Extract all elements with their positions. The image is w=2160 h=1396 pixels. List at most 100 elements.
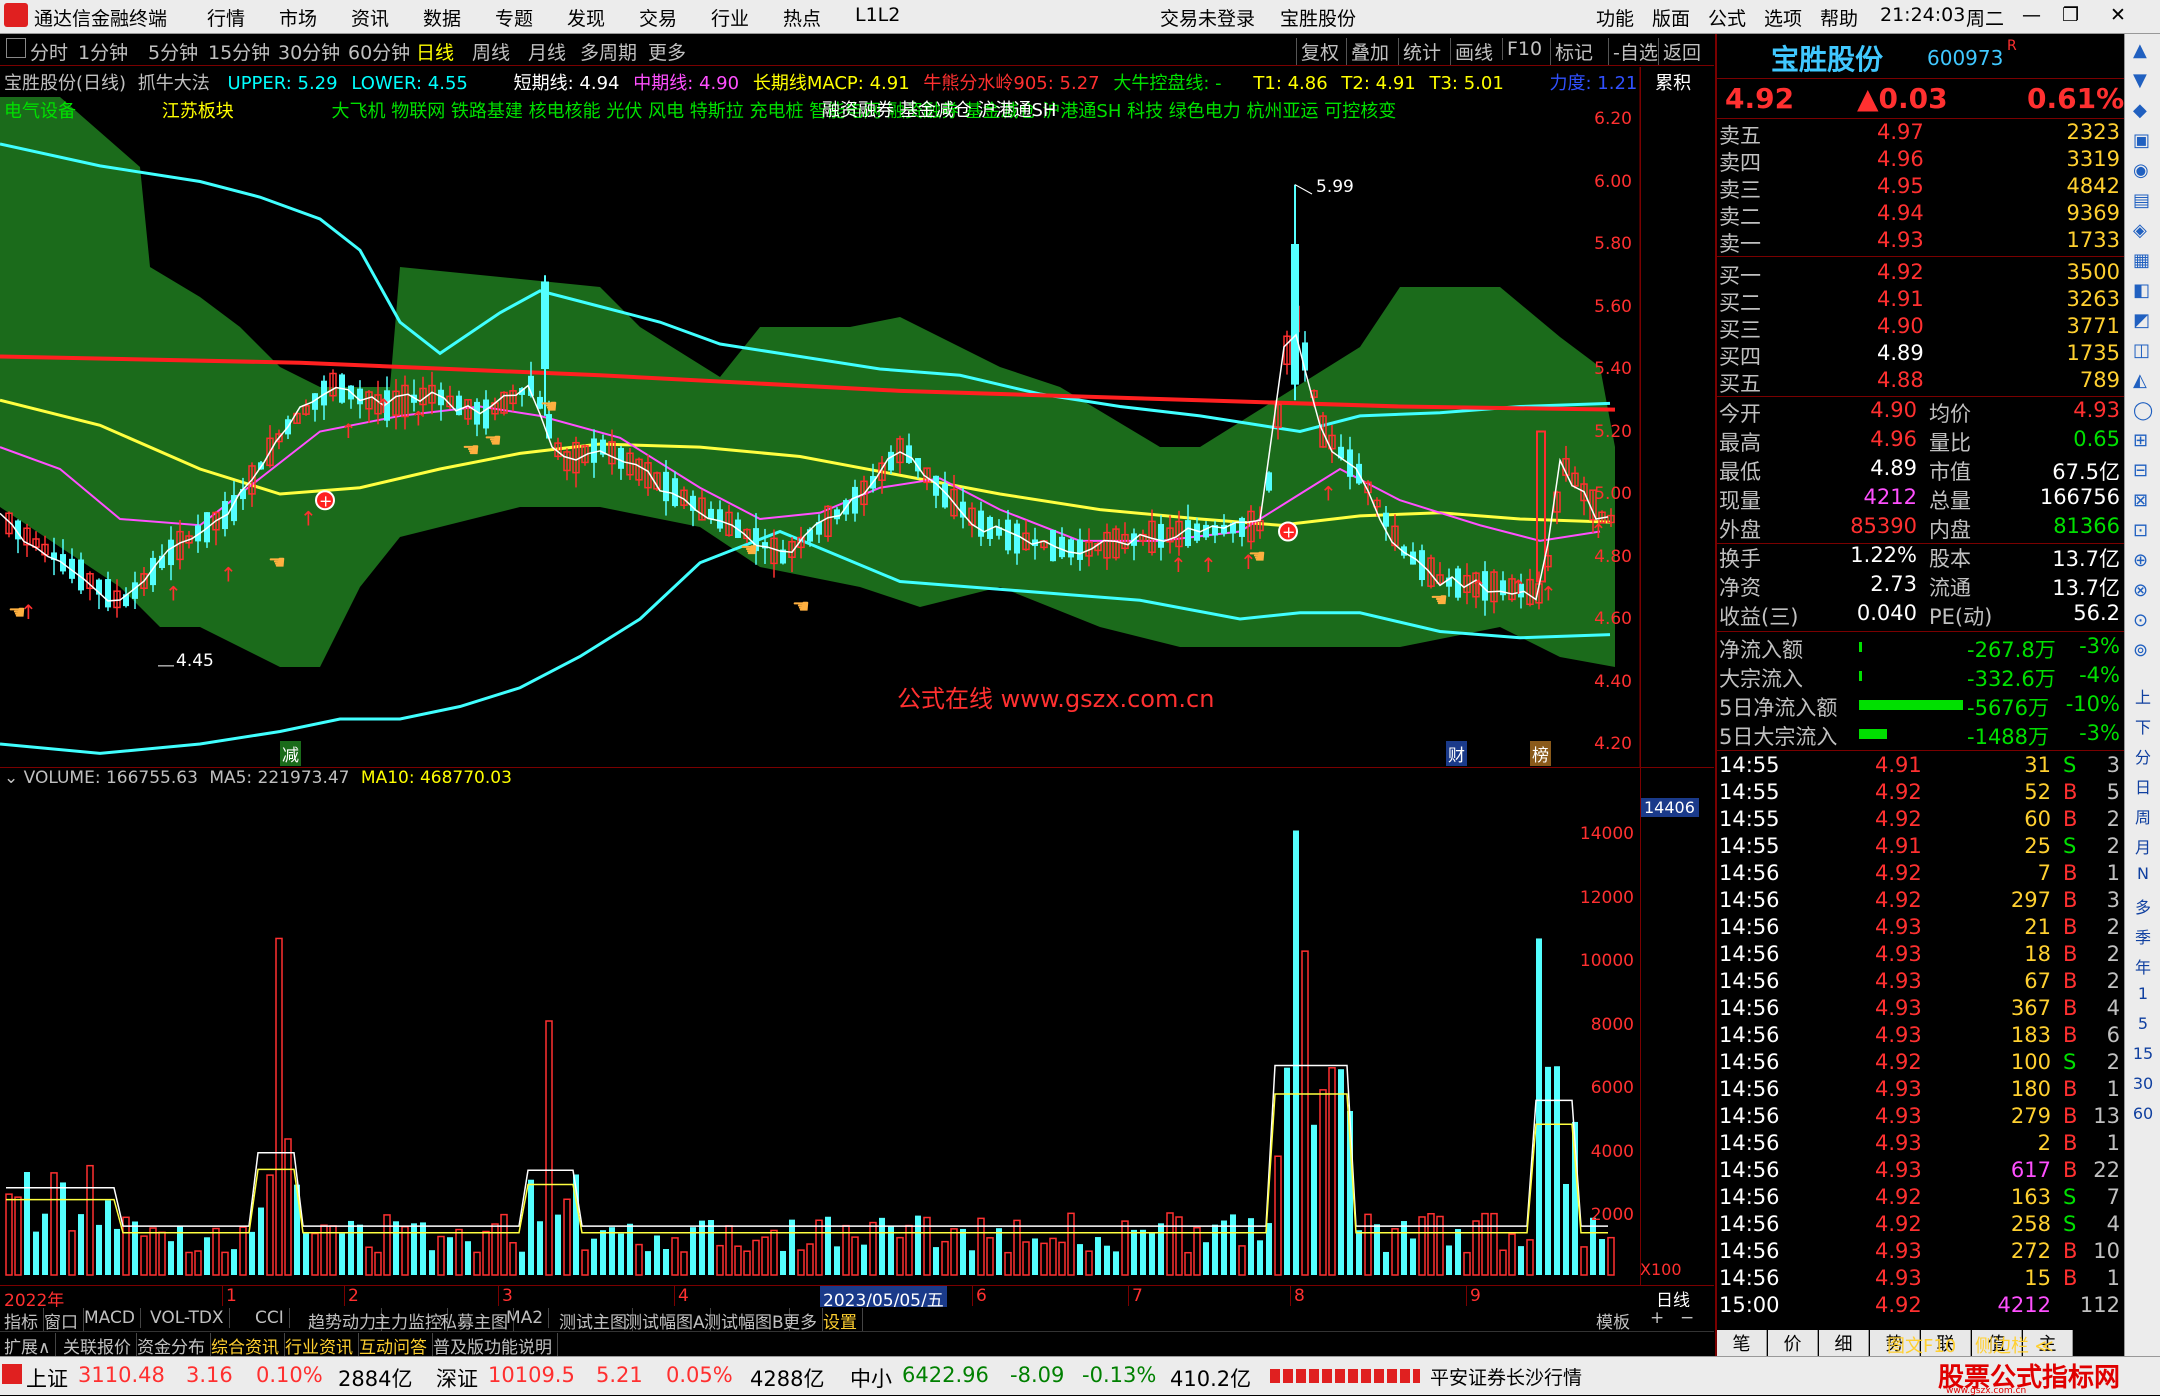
- period-8[interactable]: 月线: [528, 38, 566, 65]
- side-period[interactable]: 多: [2129, 894, 2157, 918]
- mark-cai[interactable]: 财: [1446, 741, 1467, 766]
- sidebar-link[interactable]: 侧边栏 ≪: [1975, 1332, 2054, 1358]
- menu-shichang[interactable]: 市场: [279, 4, 317, 31]
- menu-faxian[interactable]: 发现: [567, 4, 605, 31]
- side-icon[interactable]: ▲: [2133, 40, 2147, 61]
- ext-tab[interactable]: 综合资讯: [211, 1333, 285, 1358]
- period-7[interactable]: 周线: [472, 38, 510, 65]
- side-period[interactable]: 周: [2129, 804, 2157, 828]
- period-5[interactable]: 60分钟: [348, 38, 410, 65]
- add-tab-icon[interactable]: +: [1650, 1308, 1664, 1328]
- indicator-tab[interactable]: 设置: [823, 1308, 863, 1333]
- tool-0[interactable]: 复权: [1296, 38, 1339, 65]
- side-icon[interactable]: ◯: [2133, 400, 2153, 421]
- period-10[interactable]: 更多: [648, 38, 686, 65]
- side-icon[interactable]: ▤: [2133, 190, 2150, 211]
- volume-chart[interactable]: ⌄ VOLUME: 166755.63 MA5: 221973.47 MA10:…: [0, 767, 1714, 1285]
- indicator-tab[interactable]: 私募主图: [440, 1308, 514, 1333]
- menu-shuju[interactable]: 数据: [423, 4, 461, 31]
- right-tab[interactable]: 细: [1819, 1330, 1869, 1356]
- indicator-tab[interactable]: 测试幅图A: [625, 1308, 711, 1333]
- indicator-tab[interactable]: 更多: [783, 1308, 823, 1333]
- side-period[interactable]: 60: [2129, 1104, 2157, 1123]
- side-period[interactable]: 5: [2129, 1014, 2157, 1033]
- indicator-tab[interactable]: MA2: [506, 1308, 550, 1328]
- indicator-tab[interactable]: 测试幅图B: [704, 1308, 790, 1333]
- menu-hangqing[interactable]: 行情: [207, 4, 245, 31]
- f10-link[interactable]: 图文F10: [1887, 1332, 1956, 1358]
- ext-tab[interactable]: 行业资讯: [285, 1333, 359, 1358]
- side-period[interactable]: 上: [2129, 684, 2157, 708]
- sector-tag[interactable]: 电气设备: [4, 101, 76, 122]
- zx-label[interactable]: 中小: [850, 1363, 892, 1393]
- indicator-tab[interactable]: 趋势动力: [308, 1308, 382, 1333]
- side-period[interactable]: 日: [2129, 774, 2157, 798]
- indicator-tab[interactable]: 测试主图: [559, 1308, 633, 1333]
- panel-toggle-icon[interactable]: [6, 38, 26, 58]
- menu-bangzhu[interactable]: 帮助: [1820, 4, 1858, 31]
- region-tag[interactable]: 江苏板块: [162, 101, 234, 122]
- period-2[interactable]: 5分钟: [148, 38, 198, 65]
- side-period[interactable]: 季: [2129, 924, 2157, 948]
- menu-zhuanti[interactable]: 专题: [495, 4, 533, 31]
- indicator-tab[interactable]: 主力监控: [374, 1308, 448, 1333]
- side-icon[interactable]: ⊠: [2133, 490, 2148, 511]
- collapse-icon[interactable]: ⌄: [4, 768, 18, 788]
- menu-gongshi[interactable]: 公式: [1708, 4, 1746, 31]
- side-icon[interactable]: ▣: [2133, 130, 2150, 151]
- ext-tab[interactable]: 扩展∧: [4, 1333, 57, 1358]
- tool-7[interactable]: 返回: [1658, 38, 1701, 65]
- mark-bang[interactable]: 榜: [1530, 741, 1551, 766]
- chart-indicator[interactable]: 抓牛大法: [138, 73, 210, 94]
- indicator-tab[interactable]: 窗口: [44, 1308, 84, 1333]
- sz-label[interactable]: 深证: [436, 1363, 478, 1393]
- minimize-icon[interactable]: —: [2022, 4, 2041, 26]
- side-icon[interactable]: ⊞: [2133, 430, 2148, 451]
- menu-banmian[interactable]: 版面: [1652, 4, 1690, 31]
- period-4[interactable]: 30分钟: [278, 38, 340, 65]
- side-icon[interactable]: ⊕: [2133, 550, 2148, 571]
- indicator-tab[interactable]: MACD: [84, 1308, 141, 1328]
- side-icon[interactable]: ⊡: [2133, 520, 2148, 541]
- tool-5[interactable]: 标记: [1550, 38, 1593, 65]
- menu-zixun[interactable]: 资讯: [351, 4, 389, 31]
- side-period[interactable]: 下: [2129, 714, 2157, 738]
- side-icon[interactable]: ▼: [2133, 70, 2147, 91]
- tool-3[interactable]: 画线: [1450, 38, 1493, 65]
- side-icon[interactable]: ◆: [2133, 100, 2147, 121]
- ext-tab[interactable]: 互动问答: [359, 1333, 433, 1358]
- side-icon[interactable]: ▦: [2133, 250, 2150, 271]
- tool-4[interactable]: F10: [1502, 38, 1542, 60]
- restore-icon[interactable]: ❐: [2062, 4, 2079, 26]
- menu-jiaoyi[interactable]: 交易: [639, 4, 677, 31]
- close-icon[interactable]: ✕: [2110, 4, 2126, 26]
- side-period[interactable]: 月: [2129, 834, 2157, 858]
- mark-jian[interactable]: 减: [280, 741, 301, 766]
- side-icon[interactable]: ⊚: [2133, 640, 2148, 661]
- kline-chart[interactable]: ↑ ↑ ↑ ↑ ↑ ↑ ↑ ↑ ↑ ↑ ↑ ↑ ↑ ↑ ↑ ☚ ☚ ☚ ☚ ☚ ☚ ☚ ☚ ☚ + + 宝胜股份(日线) 抓牛大法…: [0, 67, 1691, 767]
- right-tab[interactable]: 价: [1768, 1330, 1818, 1356]
- menu-redian[interactable]: 热点: [783, 4, 821, 31]
- menu-gongneng[interactable]: 功能: [1596, 4, 1634, 31]
- period-9[interactable]: 多周期: [580, 38, 637, 65]
- period-3[interactable]: 15分钟: [208, 38, 270, 65]
- side-period[interactable]: 15: [2129, 1044, 2157, 1063]
- tool-2[interactable]: 统计: [1398, 38, 1441, 65]
- period-0[interactable]: 分时: [30, 38, 68, 65]
- side-icon[interactable]: ⊙: [2133, 610, 2148, 631]
- side-icon[interactable]: ◉: [2133, 160, 2149, 181]
- menu-xuanxiang[interactable]: 选项: [1764, 4, 1802, 31]
- indicator-tab[interactable]: VOL-TDX: [150, 1308, 230, 1328]
- side-period[interactable]: 年: [2129, 954, 2157, 978]
- trade-login-status[interactable]: 交易未登录: [1160, 4, 1255, 31]
- side-icon[interactable]: ⊟: [2133, 460, 2148, 481]
- collapse-tab-icon[interactable]: −: [1680, 1308, 1694, 1328]
- side-icon[interactable]: ◫: [2133, 340, 2150, 361]
- template-tab[interactable]: 模板: [1596, 1308, 1630, 1333]
- menu-hangye[interactable]: 行业: [711, 4, 749, 31]
- sh-label[interactable]: 上证: [26, 1363, 68, 1393]
- side-icon[interactable]: ⊗: [2133, 580, 2148, 601]
- side-period[interactable]: 分: [2129, 744, 2157, 768]
- tool-6[interactable]: -自选: [1608, 38, 1658, 65]
- right-tab[interactable]: 笔: [1717, 1330, 1767, 1356]
